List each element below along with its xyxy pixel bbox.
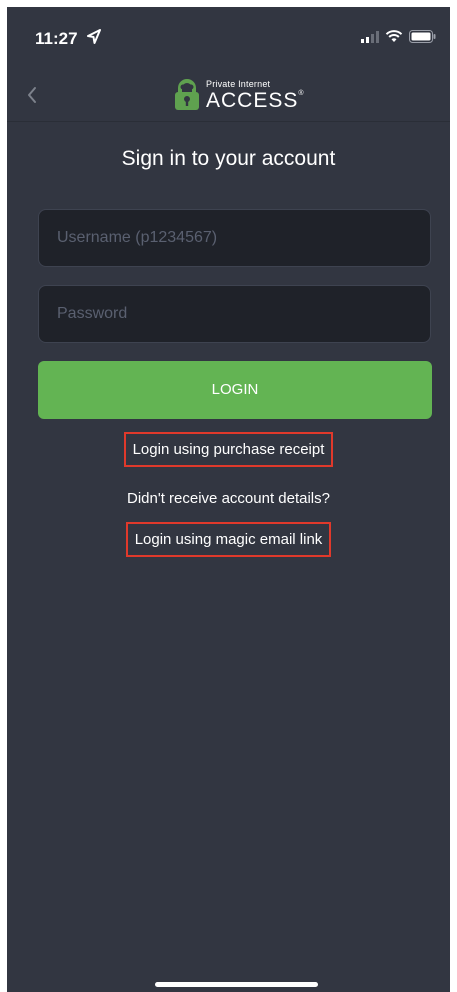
purchase-receipt-link[interactable]: Login using purchase receipt: [123, 432, 334, 467]
brand-text: Private Internet ACCESS®: [206, 78, 305, 111]
wifi-icon: [385, 30, 403, 42]
magic-email-link[interactable]: Login using magic email link: [125, 522, 332, 557]
status-time: 11:27: [35, 29, 78, 48]
username-placeholder: Username (p1234567): [57, 229, 218, 246]
brand-small: Private Internet: [206, 78, 271, 89]
password-placeholder: Password: [57, 305, 128, 322]
back-chevron-icon[interactable]: [21, 83, 45, 107]
home-indicator: [155, 982, 318, 987]
username-field[interactable]: Username (p1234567): [38, 209, 431, 267]
login-button[interactable]: LOGIN: [38, 361, 432, 419]
password-field[interactable]: Password: [38, 285, 431, 343]
account-details-link[interactable]: Didn't receive account details?: [120, 483, 337, 514]
battery-icon: [409, 30, 436, 43]
brand-logo: Private Internet ACCESS®: [174, 75, 305, 115]
brand-big: ACCESS: [206, 88, 299, 112]
brand-name: ACCESS®: [206, 90, 305, 111]
registered-mark: ®: [298, 89, 305, 97]
status-bar: 11:27: [7, 7, 450, 65]
lock-logo-icon: [175, 79, 199, 110]
status-icons: [361, 30, 436, 43]
magic-email-row: Login using magic email link: [7, 522, 450, 557]
account-details-row: Didn't receive account details?: [7, 483, 450, 514]
nav-bar: Private Internet ACCESS®: [7, 65, 450, 122]
page-title: Sign in to your account: [121, 147, 336, 170]
signal-icon: [361, 30, 379, 43]
purchase-receipt-row: Login using purchase receipt: [7, 432, 450, 467]
location-arrow-icon: [87, 29, 101, 44]
app-screen: 11:27 Private Internet ACCESS® Sign in t…: [7, 7, 450, 992]
